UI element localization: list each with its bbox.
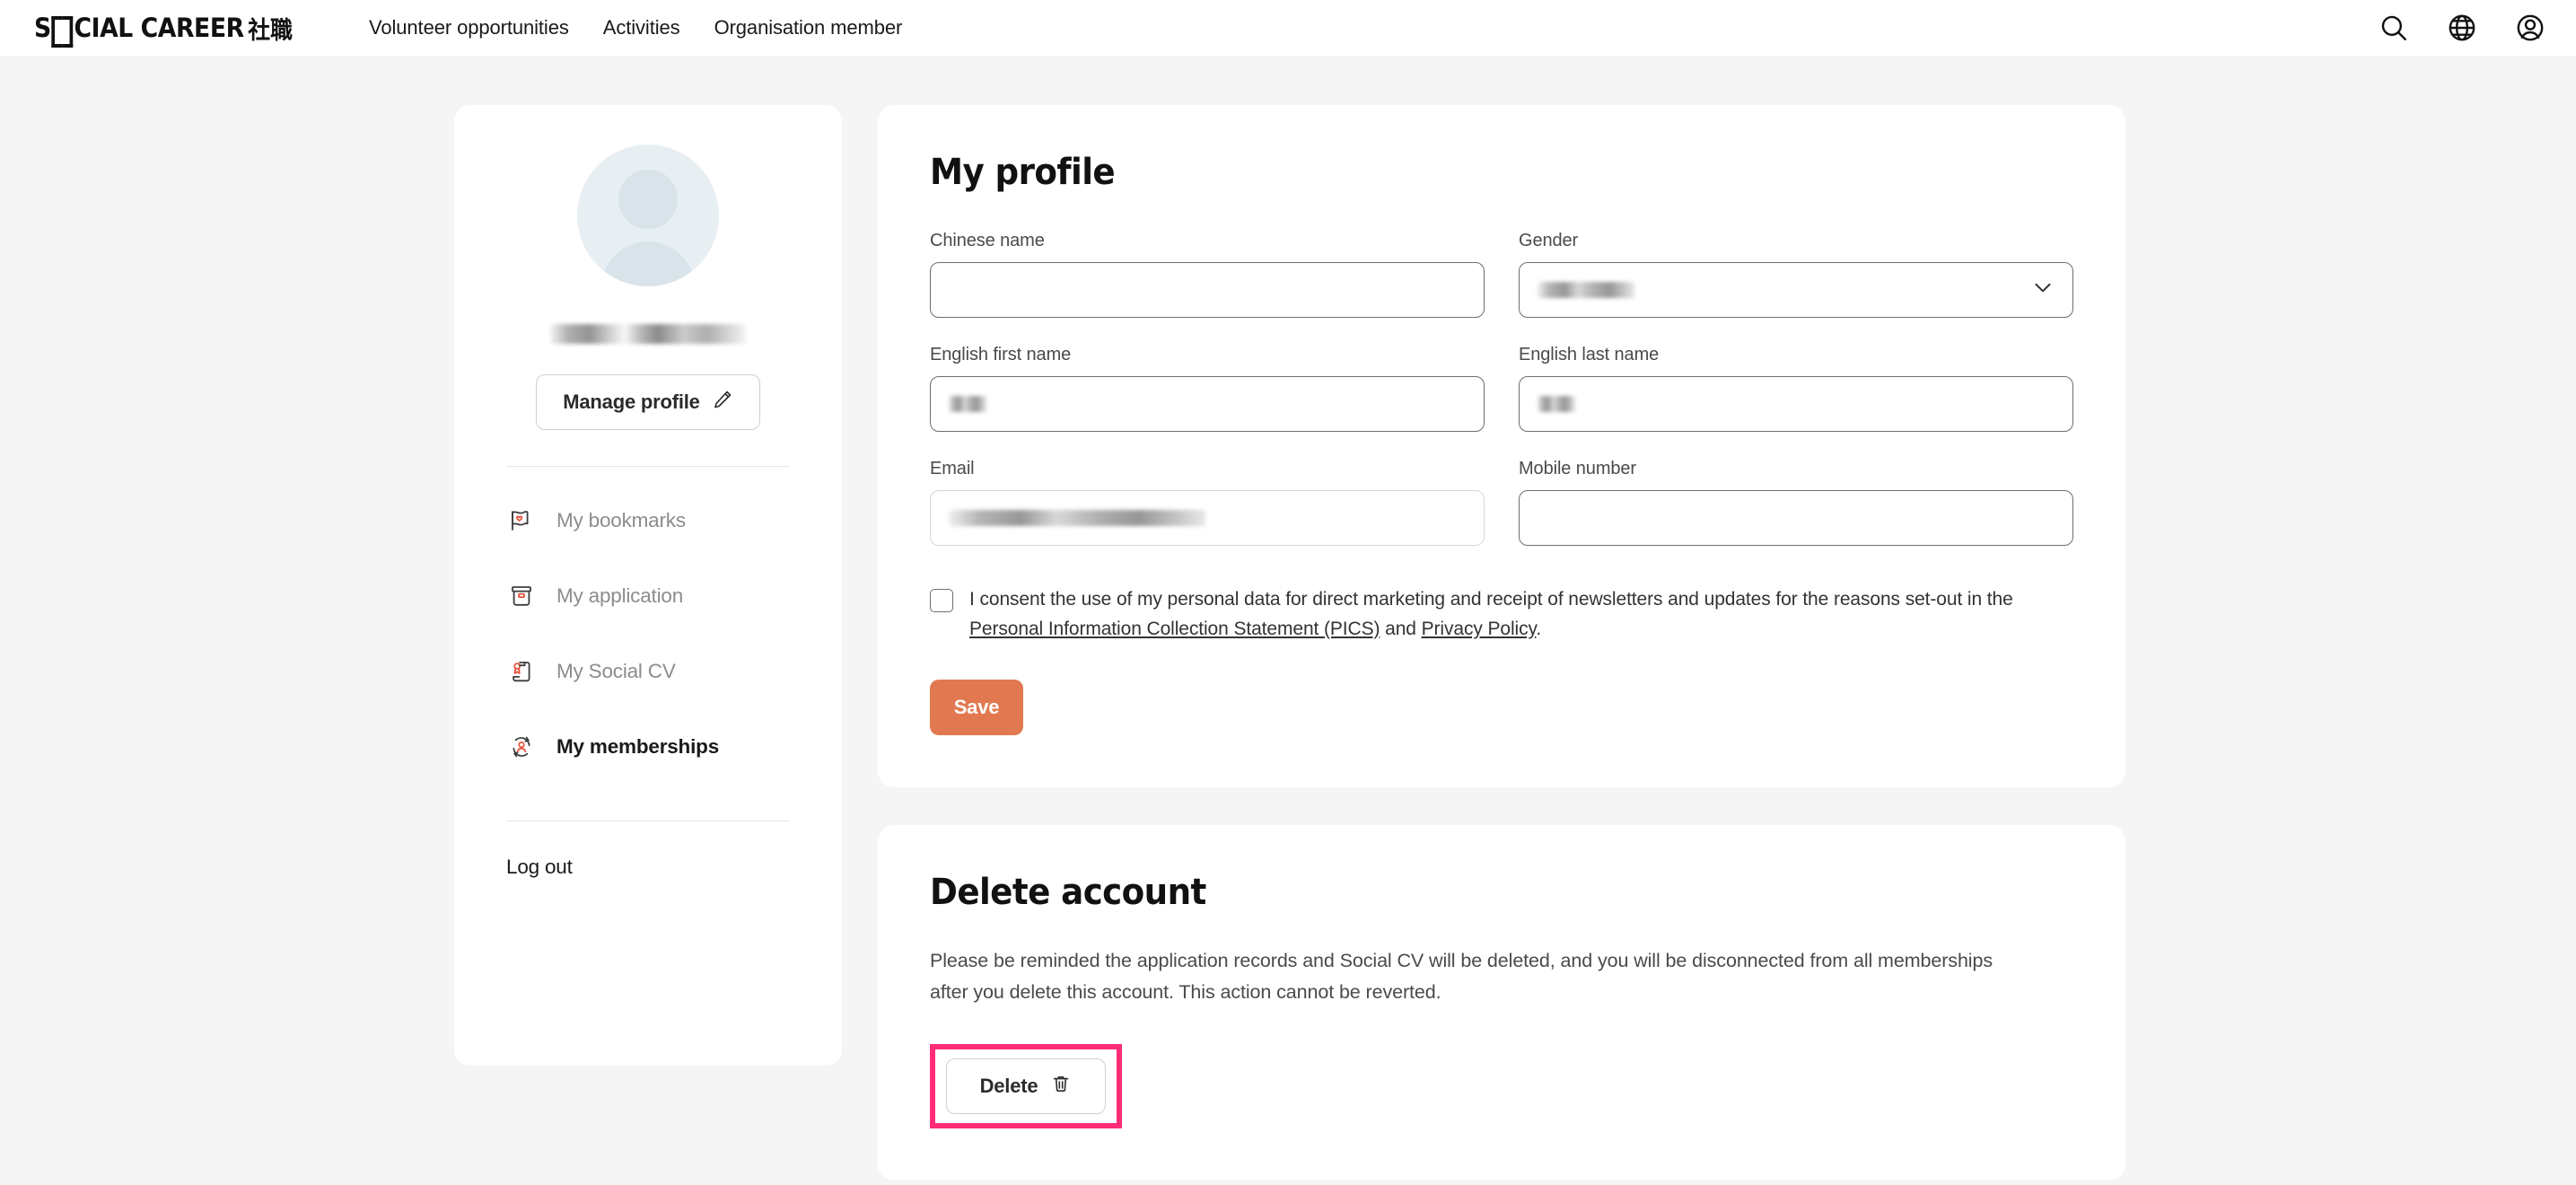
sidebar-item-my-bookmarks[interactable]: My bookmarks — [506, 483, 790, 558]
delete-account-description: Please be reminded the application recor… — [930, 950, 1993, 1003]
field-chinese-name: Chinese name — [930, 231, 1485, 318]
gender-select[interactable] — [1519, 262, 2073, 318]
main-content: My profile Chinese name Gender English f… — [878, 105, 2125, 1181]
logout-button[interactable]: Log out — [506, 836, 573, 899]
primary-nav: Volunteer opportunities Activities Organ… — [369, 16, 902, 40]
page-body: Manage profile My bookmarks My applicati… — [0, 56, 2576, 1181]
membership-refresh-icon — [506, 732, 537, 762]
sidebar-item-label: My Social CV — [556, 660, 676, 682]
privacy-policy-link[interactable]: Privacy Policy — [1422, 619, 1537, 639]
trash-icon — [1050, 1073, 1072, 1100]
delete-button[interactable]: Delete — [946, 1058, 1106, 1114]
field-english-first-name: English first name — [930, 345, 1485, 432]
gender-label: Gender — [1519, 231, 1579, 250]
logout-wrapper: Log out — [506, 836, 790, 899]
english-first-name-value-redacted — [949, 396, 986, 412]
field-english-last-name: English last name — [1519, 345, 2073, 432]
nav-item-organisation-member[interactable]: Organisation member — [714, 16, 903, 40]
gender-value-redacted — [1538, 282, 1634, 298]
consent-row: I consent the use of my personal data fo… — [930, 585, 2073, 644]
sidebar-divider-top — [506, 466, 790, 467]
sidebar-menu: My bookmarks My application My Social CV… — [506, 483, 790, 785]
consent-text: I consent the use of my personal data fo… — [969, 585, 2028, 644]
account-icon[interactable] — [2515, 13, 2545, 43]
avatar-body-shape — [601, 241, 695, 286]
delete-account-card: Delete account Please be reminded the ap… — [878, 825, 2125, 1181]
top-header: S CIAL CAREER 社職 Volunteer opportunities A… — [0, 0, 2576, 56]
my-profile-card: My profile Chinese name Gender English f… — [878, 105, 2125, 788]
nav-item-activities[interactable]: Activities — [603, 16, 680, 40]
email-label: Email — [930, 459, 975, 478]
consent-text-part1: I consent the use of my personal data fo… — [969, 589, 2013, 610]
pics-link[interactable]: Personal Information Collection Statemen… — [969, 619, 1380, 639]
chevron-down-icon — [2031, 276, 2055, 304]
sidebar-item-my-social-cv[interactable]: My Social CV — [506, 634, 790, 709]
nav-item-volunteer-opportunities[interactable]: Volunteer opportunities — [369, 16, 569, 40]
manage-profile-label: Manage profile — [563, 391, 700, 413]
globe-icon[interactable] — [2447, 13, 2477, 43]
english-last-name-value-redacted — [1538, 396, 1575, 412]
bookmark-flag-icon — [506, 505, 537, 536]
sidebar-item-my-application[interactable]: My application — [506, 558, 790, 634]
mobile-number-label: Mobile number — [1519, 459, 1636, 478]
search-icon[interactable] — [2379, 13, 2409, 43]
delete-button-label: Delete — [979, 1074, 1038, 1097]
email-value-redacted — [949, 510, 1205, 526]
profile-form: Chinese name Gender English first name E… — [930, 231, 2073, 573]
sidebar-item-label: My bookmarks — [556, 509, 686, 531]
english-first-name-input[interactable] — [930, 376, 1485, 432]
username-redacted — [550, 324, 746, 344]
site-logo[interactable]: S CIAL CAREER 社職 — [34, 11, 293, 48]
chinese-name-input[interactable] — [930, 262, 1485, 318]
field-mobile-number: Mobile number — [1519, 459, 2073, 546]
profile-sidebar: Manage profile My bookmarks My applicati… — [454, 105, 842, 1066]
avatar-head-shape — [618, 170, 678, 229]
email-input — [930, 490, 1485, 546]
sidebar-item-label: My application — [556, 584, 684, 607]
consent-text-part3: . — [1536, 618, 1542, 639]
archive-box-icon — [506, 581, 537, 611]
sidebar-item-my-memberships[interactable]: My memberships — [506, 709, 790, 785]
english-last-name-label: English last name — [1519, 345, 1660, 364]
english-first-name-label: English first name — [930, 345, 1072, 364]
chinese-name-label: Chinese name — [930, 231, 1045, 250]
page-title: My profile — [930, 152, 1116, 193]
save-button[interactable]: Save — [930, 680, 1023, 736]
consent-text-part2: and — [1380, 618, 1422, 639]
field-gender: Gender — [1519, 231, 2073, 318]
logo-text-b: CIAL CAREER — [74, 13, 245, 43]
consent-checkbox[interactable] — [930, 589, 953, 612]
manage-profile-button[interactable]: Manage profile — [536, 374, 760, 430]
delete-button-highlight: Delete — [930, 1043, 1122, 1128]
logo-o-bracket-icon — [51, 15, 74, 48]
certificate-scroll-icon — [506, 656, 537, 687]
avatar — [577, 145, 719, 286]
logo-cjk-text: 社職 — [248, 16, 293, 45]
delete-account-title: Delete account — [930, 872, 1206, 914]
pencil-icon — [712, 389, 733, 416]
mobile-number-input[interactable] — [1519, 490, 2073, 546]
english-last-name-input[interactable] — [1519, 376, 2073, 432]
field-email: Email — [930, 459, 1485, 546]
header-icon-group — [2379, 0, 2545, 56]
sidebar-item-label: My memberships — [556, 735, 720, 758]
logo-text-a: S — [34, 13, 51, 43]
